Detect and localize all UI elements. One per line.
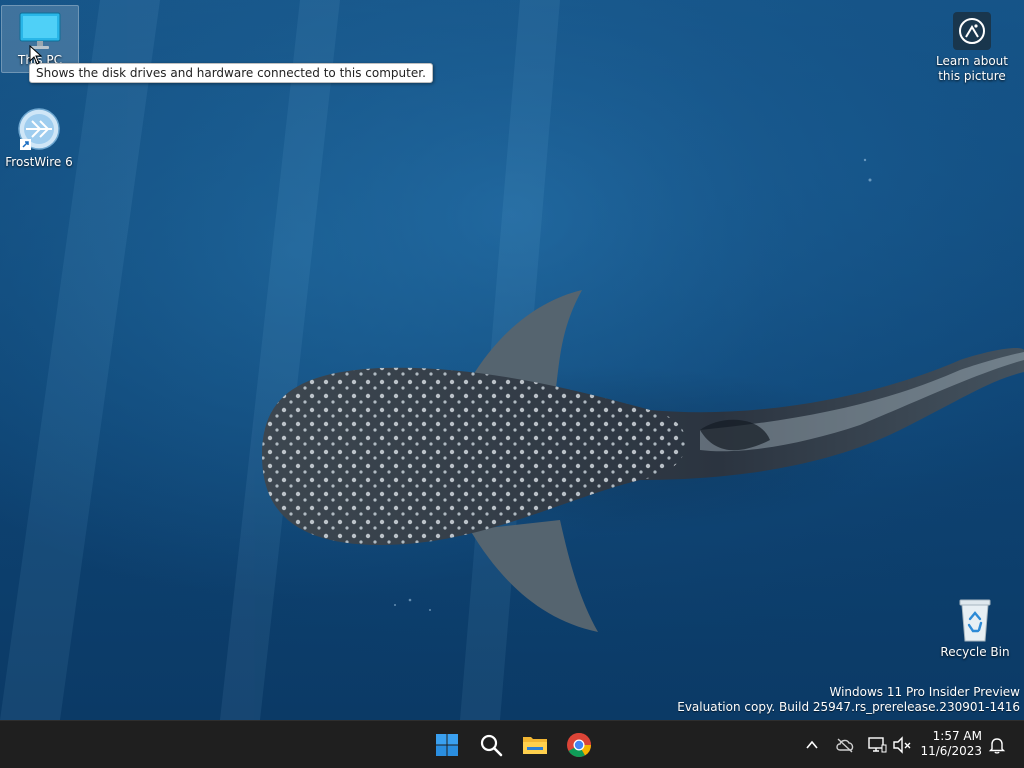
cloud-offline-icon: [836, 738, 854, 753]
clock-time: 1:57 AM: [932, 729, 982, 743]
tray-network[interactable]: [865, 733, 889, 757]
wallpaper-whale-shark: [0, 0, 1024, 720]
learn-about-line2: this picture: [938, 69, 1006, 83]
tray-volume[interactable]: [890, 733, 914, 757]
notification-bell-icon: [988, 738, 1006, 754]
search-icon: [480, 734, 503, 757]
recycle-bin-icon: [959, 599, 991, 642]
tooltip: Shows the disk drives and hardware conne…: [29, 63, 433, 83]
taskbar-start-button[interactable]: [429, 727, 465, 763]
windows-start-icon: [436, 734, 458, 756]
chrome-icon: [567, 733, 591, 758]
desktop[interactable]: This PC FrostWire 6 Recycle Bin Learn ab…: [0, 0, 1024, 720]
desktop-icon-label: Recycle Bin: [940, 645, 1010, 659]
chevron-up-icon: [806, 740, 818, 749]
folder-icon: [523, 737, 547, 754]
tray-notifications[interactable]: [985, 733, 1009, 757]
learn-about-picture-button[interactable]: [953, 12, 991, 50]
taskbar: 1:57 AM 11/6/2023: [0, 720, 1024, 768]
camera-aperture-icon: [959, 18, 985, 44]
desktop-icon-frostwire[interactable]: FrostWire 6: [1, 107, 77, 169]
watermark-edition: Windows 11 Pro Insider Preview: [829, 685, 1020, 699]
windows-watermark: Windows 11 Pro Insider Preview Evaluatio…: [677, 685, 1020, 715]
tray-show-hidden-icons[interactable]: [800, 733, 824, 757]
taskbar-file-explorer[interactable]: [517, 727, 553, 763]
taskbar-search-button[interactable]: [473, 727, 509, 763]
frostwire-icon: [18, 108, 60, 150]
network-icon: [868, 737, 887, 753]
learn-about-line1: Learn about: [936, 54, 1008, 68]
desktop-icon-label: FrostWire 6: [5, 155, 73, 169]
clock-date: 11/6/2023: [920, 744, 982, 758]
taskbar-clock[interactable]: 1:57 AM 11/6/2023: [920, 729, 982, 759]
learn-about-this-picture[interactable]: Learn about this picture: [930, 12, 1014, 84]
mouse-cursor-icon: [29, 45, 43, 65]
tray-onedrive[interactable]: [833, 733, 857, 757]
watermark-build: Evaluation copy. Build 25947.rs_prerelea…: [677, 700, 1020, 714]
volume-muted-icon: [893, 736, 911, 754]
taskbar-chrome[interactable]: [561, 727, 597, 763]
desktop-icon-recycle-bin[interactable]: Recycle Bin: [937, 597, 1013, 659]
